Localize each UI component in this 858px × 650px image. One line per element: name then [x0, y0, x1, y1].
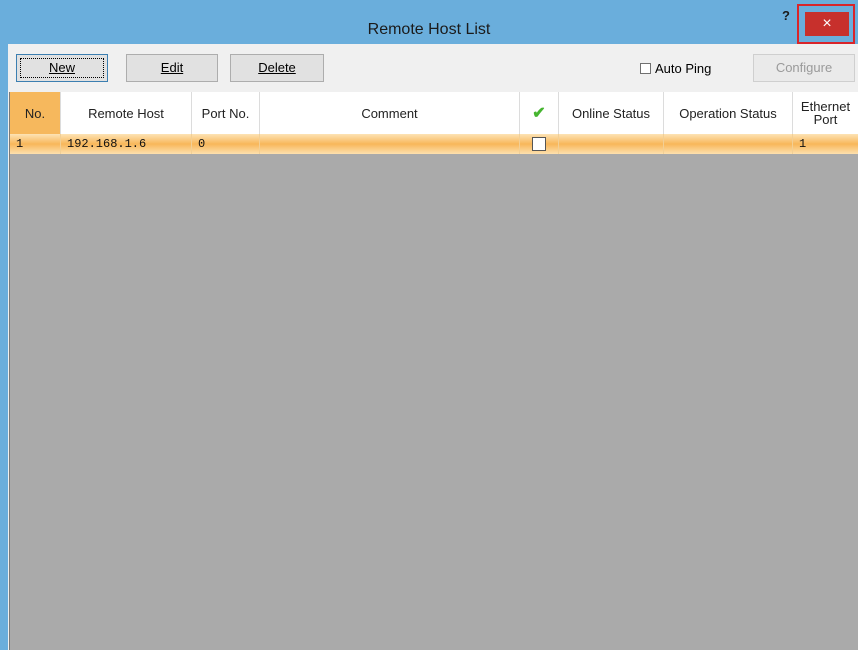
- column-header-ethernet-port[interactable]: Ethernet Port: [793, 92, 858, 134]
- column-header-remote-host[interactable]: Remote Host: [61, 92, 192, 134]
- cell-ethernet-port: 1: [793, 134, 858, 154]
- table-row[interactable]: 1 192.168.1.6 0 1: [10, 134, 858, 154]
- cell-comment[interactable]: [260, 134, 520, 154]
- cell-operation-status: [664, 134, 793, 154]
- remote-host-table: No. Remote Host Port No. Comment ✔ Onlin…: [9, 92, 858, 650]
- column-header-online-status[interactable]: Online Status: [559, 92, 664, 134]
- new-button-text: New: [48, 60, 75, 75]
- toolbar: New Edit Delete Auto Ping Configure: [8, 44, 858, 92]
- delete-button-text: Delete: [258, 60, 296, 75]
- new-button-label: New: [20, 58, 104, 78]
- close-button[interactable]: ×: [805, 12, 849, 36]
- cell-port-no: 0: [192, 134, 260, 154]
- column-header-operation-status[interactable]: Operation Status: [664, 92, 793, 134]
- column-header-comment[interactable]: Comment: [260, 92, 520, 134]
- auto-ping-option[interactable]: Auto Ping: [640, 58, 711, 78]
- cell-no: 1: [10, 134, 61, 154]
- cell-check: [520, 134, 559, 154]
- column-header-no[interactable]: No.: [10, 92, 61, 134]
- dialog-client-area: New Edit Delete Auto Ping Configure No. …: [8, 44, 858, 650]
- cell-online-status: [559, 134, 664, 154]
- title-bar: Remote Host List ? ×: [0, 0, 858, 44]
- checkmark-icon: ✔: [532, 104, 546, 122]
- close-button-highlight: ×: [797, 4, 855, 44]
- configure-button[interactable]: Configure: [753, 54, 855, 82]
- auto-ping-label: Auto Ping: [655, 60, 712, 76]
- cell-remote-host: 192.168.1.6: [61, 134, 192, 154]
- delete-button[interactable]: Delete: [230, 54, 324, 82]
- column-header-check[interactable]: ✔: [520, 92, 559, 134]
- table-header: No. Remote Host Port No. Comment ✔ Onlin…: [10, 92, 858, 135]
- edit-button[interactable]: Edit: [126, 54, 218, 82]
- row-checkbox[interactable]: [532, 137, 546, 151]
- column-header-port-no[interactable]: Port No.: [192, 92, 260, 134]
- edit-button-text: Edit: [160, 60, 184, 75]
- window-title: Remote Host List: [367, 21, 491, 38]
- new-button[interactable]: New: [16, 54, 108, 82]
- auto-ping-checkbox[interactable]: [640, 62, 651, 74]
- help-button[interactable]: ?: [782, 8, 790, 23]
